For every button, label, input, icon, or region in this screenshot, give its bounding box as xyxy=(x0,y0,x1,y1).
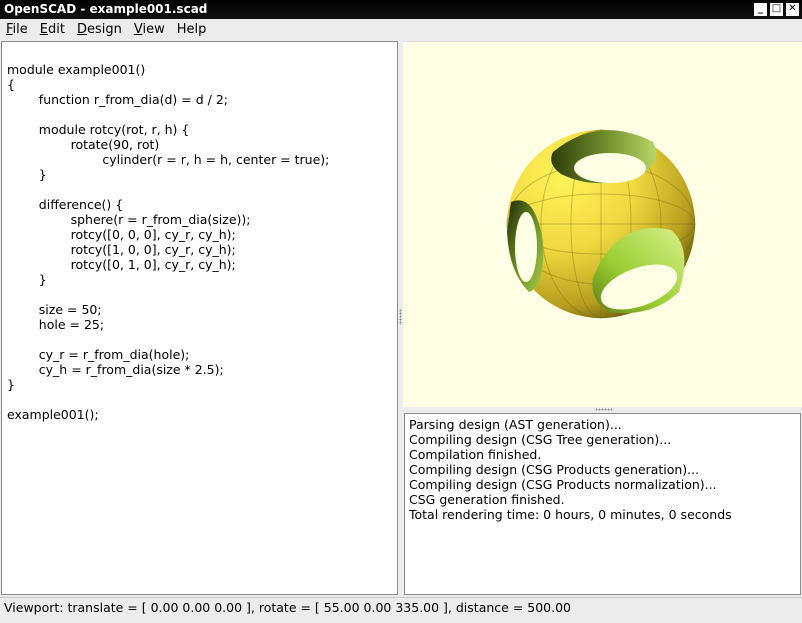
menu-view[interactable]: View xyxy=(128,19,171,41)
window-title: OpenSCAD - example001.scad xyxy=(4,2,208,16)
code-line: cy_h = r_from_dia(size * 2.5); xyxy=(7,362,224,377)
window-controls: _ □ ✕ xyxy=(754,3,799,16)
code-line: hole = 25; xyxy=(7,317,105,332)
maximize-icon[interactable]: □ xyxy=(770,3,783,16)
code-line: } xyxy=(7,377,15,392)
code-line: rotcy([1, 0, 0], cy_r, cy_h); xyxy=(7,242,236,257)
3d-viewport[interactable] xyxy=(403,41,802,407)
code-line: } xyxy=(7,167,47,182)
code-line: cylinder(r = r, h = h, center = true); xyxy=(7,152,330,167)
code-line: function r_from_dia(d) = d / 2; xyxy=(7,92,228,107)
code-line: module example001() xyxy=(7,62,146,77)
console-line: Compiling design (CSG Products generatio… xyxy=(409,462,700,477)
menu-bar: File Edit Design View Help xyxy=(0,19,802,41)
model-hole-left-opening xyxy=(515,212,537,282)
code-line: example001(); xyxy=(7,407,99,422)
console-line: Parsing design (AST generation)... xyxy=(409,417,622,432)
console-line: Compiling design (CSG Tree generation)..… xyxy=(409,432,672,447)
console-output[interactable]: Parsing design (AST generation)... Compil… xyxy=(404,413,801,595)
code-line: rotcy([0, 1, 0], cy_r, cy_h); xyxy=(7,257,236,272)
code-line: cy_r = r_from_dia(hole); xyxy=(7,347,190,362)
code-line: difference() { xyxy=(7,197,124,212)
code-editor[interactable]: module example001(){ function r_from_dia… xyxy=(1,41,398,595)
menu-file[interactable]: File xyxy=(0,19,34,41)
minimize-icon[interactable]: _ xyxy=(754,3,767,16)
menu-edit[interactable]: Edit xyxy=(34,19,71,41)
menu-design[interactable]: Design xyxy=(71,19,128,41)
code-line: rotcy([0, 0, 0], cy_r, cy_h); xyxy=(7,227,236,242)
code-line: rotate(90, rot) xyxy=(7,137,160,152)
status-text: Viewport: translate = [ 0.00 0.00 0.00 ]… xyxy=(4,600,571,615)
code-line: { xyxy=(7,77,15,92)
console-line: CSG generation finished. xyxy=(409,492,565,507)
console-line: Compilation finished. xyxy=(409,447,542,462)
title-bar: OpenSCAD - example001.scad _ □ ✕ xyxy=(0,0,802,19)
code-line: module rotcy(rot, r, h) { xyxy=(7,122,190,137)
code-line: } xyxy=(7,272,47,287)
splitter-grip-icon[interactable] xyxy=(399,309,402,325)
status-bar: Viewport: translate = [ 0.00 0.00 0.00 ]… xyxy=(0,597,802,623)
console-line: Total rendering time: 0 hours, 0 minutes… xyxy=(409,507,732,522)
code-line: sphere(r = r_from_dia(size)); xyxy=(7,212,251,227)
close-icon[interactable]: ✕ xyxy=(786,3,799,16)
code-line: size = 50; xyxy=(7,302,102,317)
console-line: Compiling design (CSG Products normaliza… xyxy=(409,477,717,492)
splitter-grip-icon[interactable] xyxy=(595,408,613,411)
menu-help[interactable]: Help xyxy=(171,19,213,41)
model-render xyxy=(506,129,696,319)
model-hole-top-opening xyxy=(574,153,646,183)
